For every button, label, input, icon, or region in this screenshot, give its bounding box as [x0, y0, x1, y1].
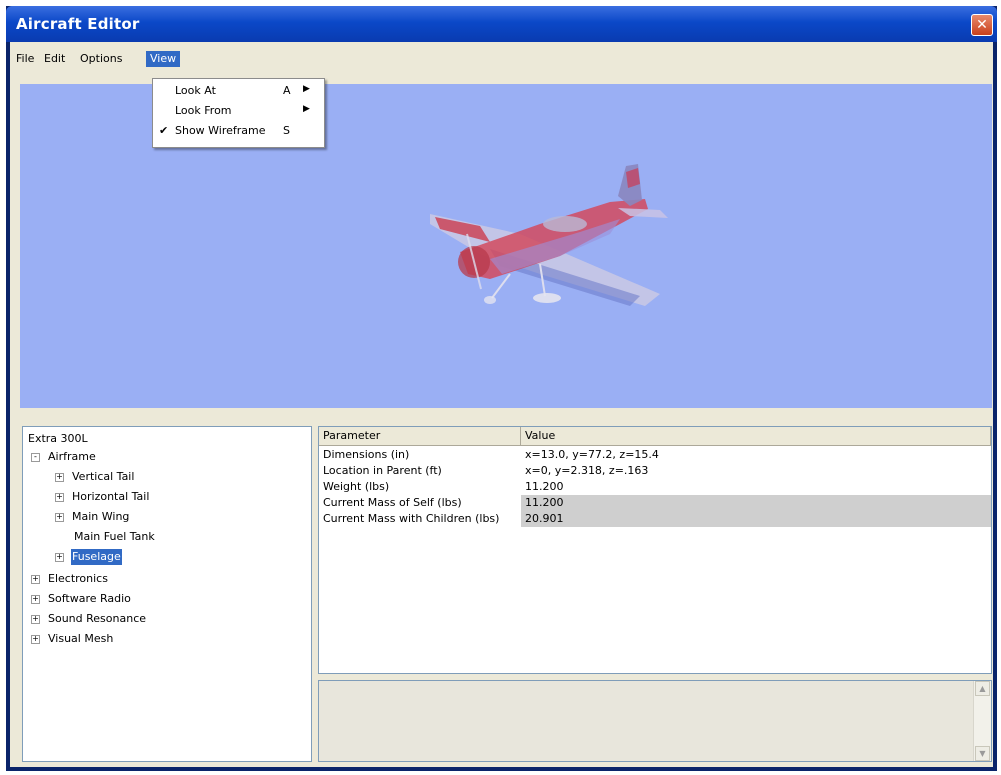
- window-title: Aircraft Editor: [16, 15, 140, 33]
- tree-item-label: Main Wing: [72, 510, 130, 523]
- menu-item-label: Show Wireframe: [175, 124, 266, 137]
- menu-item-show-wireframe[interactable]: ✔ Show Wireframe S: [153, 121, 324, 141]
- expand-icon[interactable]: +: [31, 635, 40, 644]
- tree-item-label: Vertical Tail: [72, 470, 135, 483]
- table-row[interactable]: Weight (lbs) 11.200: [319, 479, 991, 495]
- grid-header: Parameter Value: [319, 427, 991, 446]
- description-panel: ▲ ▼: [318, 680, 992, 762]
- menu-options[interactable]: Options: [76, 51, 126, 67]
- tree-item-label: Visual Mesh: [48, 632, 114, 645]
- close-icon: ✕: [976, 17, 988, 33]
- checkmark-icon: ✔: [159, 124, 169, 137]
- menu-item-look-at[interactable]: Look At A ▶: [153, 81, 324, 101]
- expand-icon[interactable]: +: [31, 595, 40, 604]
- expand-icon[interactable]: +: [55, 513, 64, 522]
- column-header-value[interactable]: Value: [521, 427, 991, 445]
- menu-bar: File Edit Options View: [10, 42, 993, 72]
- param-value-readonly: 11.200: [521, 495, 991, 511]
- param-name: Weight (lbs): [323, 480, 390, 493]
- menu-item-label: Look At: [175, 84, 216, 97]
- expand-icon[interactable]: +: [55, 493, 64, 502]
- param-name: Dimensions (in): [323, 448, 410, 461]
- view-menu-dropdown: Look At A ▶ Look From ▶ ✔ Show Wireframe…: [152, 78, 325, 148]
- scroll-down-icon[interactable]: ▼: [975, 746, 990, 761]
- submenu-arrow-icon: ▶: [303, 84, 310, 94]
- column-header-parameter[interactable]: Parameter: [319, 427, 521, 445]
- table-row[interactable]: Dimensions (in) x=13.0, y=77.2, z=15.4: [319, 447, 991, 463]
- submenu-arrow-icon: ▶: [303, 104, 310, 114]
- param-value[interactable]: x=13.0, y=77.2, z=15.4: [521, 447, 991, 463]
- tree-item-label: Fuselage: [71, 549, 122, 565]
- tree-item-label: Horizontal Tail: [72, 490, 150, 503]
- param-name: Location in Parent (ft): [323, 464, 442, 477]
- param-name: Current Mass of Self (lbs): [323, 496, 462, 509]
- menu-item-shortcut: A: [283, 84, 291, 97]
- app-window: Aircraft Editor ✕ File Edit Options View: [6, 6, 997, 771]
- collapse-icon[interactable]: -: [31, 453, 40, 462]
- expand-icon[interactable]: +: [55, 473, 64, 482]
- close-button[interactable]: ✕: [971, 14, 993, 36]
- expand-icon[interactable]: +: [31, 575, 40, 584]
- expand-icon[interactable]: +: [55, 553, 64, 562]
- tree-item-label: Sound Resonance: [48, 612, 147, 625]
- menu-edit[interactable]: Edit: [40, 51, 69, 67]
- menu-item-shortcut: S: [283, 124, 290, 137]
- tree-item-label: Airframe: [48, 450, 96, 463]
- property-grid: Parameter Value Dimensions (in) x=13.0, …: [318, 426, 992, 674]
- param-name: Current Mass with Children (lbs): [323, 512, 500, 525]
- description-scrollbar[interactable]: ▲ ▼: [973, 681, 991, 761]
- table-row: Current Mass of Self (lbs) 11.200: [319, 495, 991, 511]
- component-tree[interactable]: Extra 300L - Airframe + Vertical Tail + …: [22, 426, 312, 762]
- expand-icon[interactable]: +: [31, 615, 40, 624]
- tree-item-label: Electronics: [48, 572, 108, 585]
- tree-root-label: Extra 300L: [28, 432, 88, 445]
- tree-item-label: Main Fuel Tank: [74, 530, 155, 543]
- menu-item-label: Look From: [175, 104, 232, 117]
- menu-view[interactable]: View: [146, 51, 181, 67]
- scroll-up-icon[interactable]: ▲: [975, 681, 990, 696]
- title-bar[interactable]: Aircraft Editor ✕: [6, 6, 997, 42]
- table-row[interactable]: Location in Parent (ft) x=0, y=2.318, z=…: [319, 463, 991, 479]
- param-value-readonly: 20.901: [521, 511, 991, 527]
- menu-file[interactable]: File: [12, 51, 38, 67]
- client-area: File Edit Options View Look At A ▶ Look …: [10, 42, 993, 767]
- param-value[interactable]: 11.200: [521, 479, 991, 495]
- tree-item-label: Software Radio: [48, 592, 131, 605]
- menu-item-look-from[interactable]: Look From ▶: [153, 101, 324, 121]
- param-value[interactable]: x=0, y=2.318, z=.163: [521, 463, 991, 479]
- table-row: Current Mass with Children (lbs) 20.901: [319, 511, 991, 527]
